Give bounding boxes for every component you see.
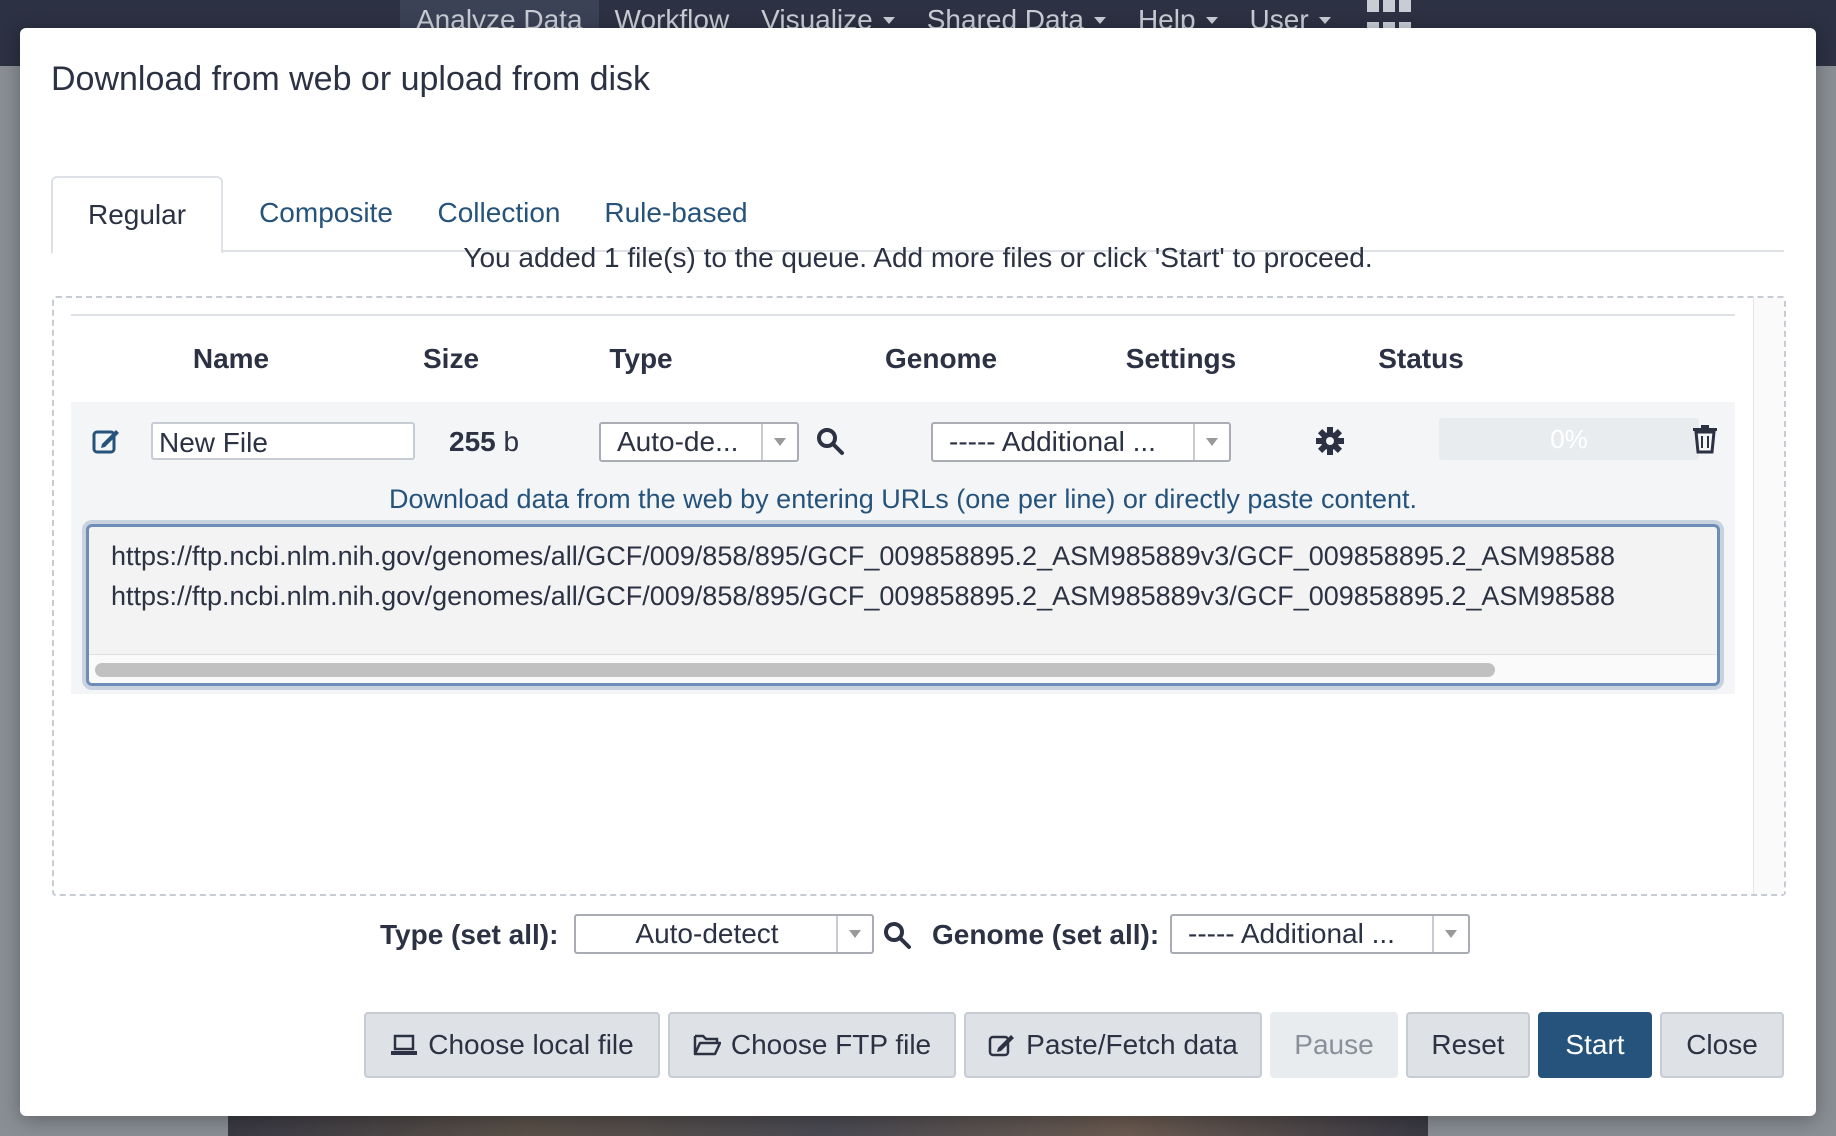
size-unit: b [503,426,520,457]
chevron-down-icon [1432,916,1468,952]
upload-dialog: Download from web or upload from disk Re… [20,28,1816,1116]
choose-local-file-button[interactable]: Choose local file [364,1012,660,1078]
chevron-down-icon [761,424,797,460]
button-label: Start [1565,1029,1625,1060]
chevron-down-icon [1193,424,1229,460]
upload-tabs: Regular Composite Collection Rule-based [51,148,1784,254]
start-button[interactable]: Start [1538,1012,1652,1078]
header-settings: Settings [1125,343,1237,374]
queue-message: You added 1 file(s) to the queue. Add mo… [463,242,1373,273]
caret-down-icon [1318,16,1331,24]
url-paste-textarea[interactable]: https://ftp.ncbi.nlm.nih.gov/genomes/all… [86,524,1720,686]
search-icon[interactable] [882,920,912,950]
edit-icon[interactable] [91,426,121,456]
url-line: https://ftp.ncbi.nlm.nih.gov/genomes/all… [111,541,1615,571]
tab-label: Regular [87,199,187,230]
edit-icon [988,1035,1015,1057]
dialog-title: Download from web or upload from disk [51,60,651,98]
search-icon[interactable] [815,426,845,456]
paste-fetch-data-button[interactable]: Paste/Fetch data [964,1012,1262,1078]
caret-down-icon [882,16,895,24]
vertical-scrollbar[interactable] [1753,298,1784,894]
type-set-all-value: Auto-detect [635,918,779,949]
choose-ftp-file-button[interactable]: Choose FTP file [668,1012,956,1078]
url-line: https://ftp.ncbi.nlm.nih.gov/genomes/all… [111,581,1615,611]
type-set-all-label: Type (set all): [380,919,559,950]
horizontal-scrollbar-track [89,654,1717,683]
button-label: Reset [1431,1029,1505,1060]
file-size: 255 b [449,422,519,462]
type-value: Auto-de... [617,426,739,457]
horizontal-scrollbar[interactable] [95,663,1495,677]
button-label: Choose FTP file [730,1029,932,1060]
url-hint: Download data from the web by entering U… [388,484,1418,514]
file-name-input[interactable]: New File [151,422,415,460]
pause-button[interactable]: Pause [1270,1012,1398,1078]
genome-select[interactable]: ----- Additional ... [931,422,1231,462]
header-size: Size [422,343,480,374]
upload-dropzone[interactable]: Name Size Type Genome Settings Status Ne… [52,296,1786,896]
upload-progress-bar: 0% [1439,418,1699,460]
tab-composite[interactable]: Composite [241,176,411,250]
header-name: Name [192,343,270,374]
tab-label: Composite [259,197,393,228]
tab-rule-based[interactable]: Rule-based [591,176,761,250]
type-select[interactable]: Auto-de... [599,422,799,462]
table-header: Name Size Type Genome Settings Status [71,314,1735,405]
genome-set-all-value: ----- Additional ... [1188,918,1395,949]
type-set-all-select[interactable]: Auto-detect [574,914,874,954]
header-type: Type [609,343,673,374]
tab-label: Rule-based [604,197,748,228]
reset-button[interactable]: Reset [1406,1012,1530,1078]
header-genome: Genome [884,343,998,374]
genome-set-all-select[interactable]: ----- Additional ... [1170,914,1470,954]
chevron-down-icon [836,916,872,952]
button-label: Close [1686,1029,1758,1060]
size-value: 255 [449,426,496,457]
button-label: Pause [1294,1029,1374,1060]
file-row: New File 255 b Auto-de... ----- Addition… [71,402,1735,694]
laptop-icon [391,1034,418,1055]
close-button[interactable]: Close [1660,1012,1784,1078]
trash-icon[interactable] [1691,424,1719,454]
tab-label: Collection [437,197,561,228]
caret-down-icon [1205,16,1218,24]
genome-value: ----- Additional ... [949,426,1156,457]
tab-collection[interactable]: Collection [419,176,579,250]
header-status: Status [1378,343,1464,374]
folder-open-icon [693,1034,721,1056]
button-label: Choose local file [428,1029,634,1060]
button-label: Paste/Fetch data [1026,1029,1238,1060]
gear-icon[interactable] [1315,426,1345,456]
caret-down-icon [1093,16,1106,24]
genome-set-all-label: Genome (set all): [932,919,1160,950]
